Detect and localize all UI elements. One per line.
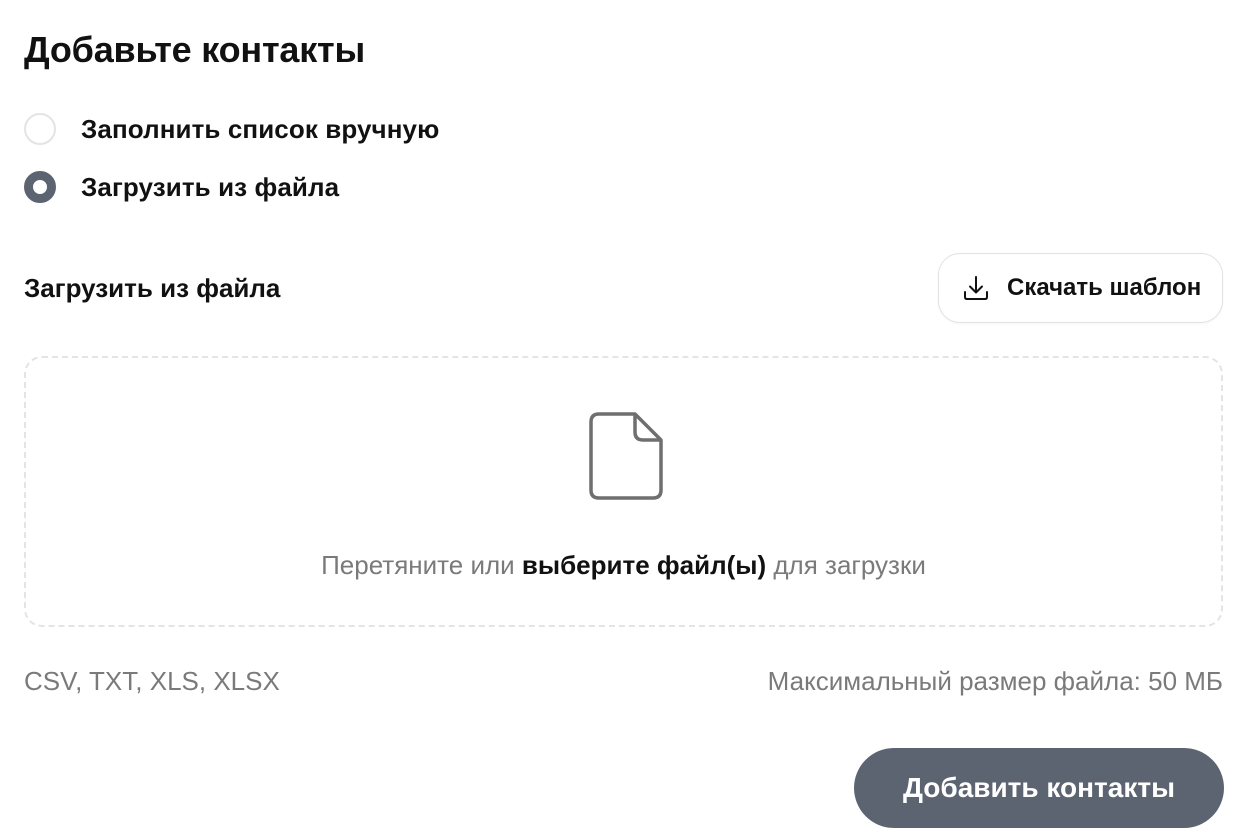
dropzone-instructions: Перетяните или выберите файл(ы) для загр… — [26, 548, 1221, 582]
download-icon — [964, 276, 988, 300]
dropzone-text-before: Перетяните или — [321, 550, 522, 580]
add-contacts-button[interactable]: Добавить контакты — [854, 748, 1224, 828]
download-template-button[interactable]: Скачать шаблон — [938, 253, 1223, 323]
allowed-formats: CSV, TXT, XLS, XLSX — [24, 666, 280, 696]
max-file-size: Максимальный размер файла: 50 МБ — [767, 666, 1223, 696]
dropzone-text-after: для загрузки — [766, 550, 926, 580]
download-template-label: Скачать шаблон — [1007, 274, 1202, 301]
radio-button-manual[interactable] — [24, 113, 56, 145]
page-title: Добавьте контакты — [24, 29, 366, 70]
radio-button-file[interactable] — [24, 171, 56, 203]
radio-label-manual: Заполнить список вручную — [81, 114, 440, 144]
radio-label-file: Загрузить из файла — [81, 172, 340, 202]
choose-files-link[interactable]: выберите файл(ы) — [522, 550, 766, 580]
file-icon — [589, 412, 663, 500]
radio-option-manual[interactable]: Заполнить список вручную — [24, 113, 439, 145]
file-dropzone[interactable]: Перетяните или выберите файл(ы) для загр… — [24, 356, 1223, 627]
radio-option-file[interactable]: Загрузить из файла — [24, 171, 339, 203]
upload-section-title: Загрузить из файла — [24, 273, 281, 303]
